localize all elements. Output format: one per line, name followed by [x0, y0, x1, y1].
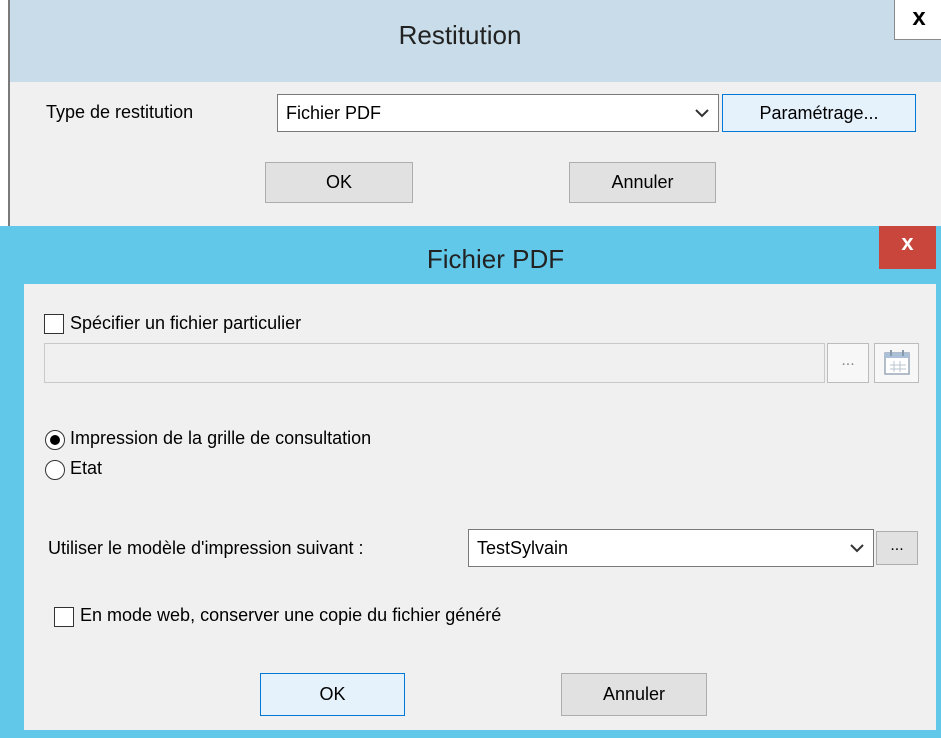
template-browse-button[interactable]: ... — [876, 531, 918, 565]
restitution-body: Type de restitution Fichier PDF Paramétr… — [10, 82, 941, 226]
template-select[interactable]: TestSylvain — [468, 529, 874, 567]
specify-file-label[interactable]: Spécifier un fichier particulier — [70, 313, 301, 334]
restitution-ok-button[interactable]: OK — [265, 162, 413, 203]
specify-file-checkbox[interactable] — [44, 314, 64, 334]
type-restitution-label: Type de restitution — [46, 102, 194, 122]
radio-grille-consultation[interactable] — [45, 430, 65, 450]
radio-selected-dot — [50, 435, 60, 445]
web-copy-label[interactable]: En mode web, conserver une copie du fich… — [80, 605, 501, 626]
radio-etat-label[interactable]: Etat — [70, 458, 102, 479]
pdf-cancel-button[interactable]: Annuler — [561, 673, 707, 716]
radio-etat[interactable] — [45, 460, 65, 480]
template-label: Utiliser le modèle d'impression suivant … — [48, 538, 364, 558]
browse-file-button[interactable]: ... — [827, 343, 869, 383]
restitution-title: Restitution — [398, 20, 522, 50]
pdf-dialog-content: Spécifier un fichier particulier ... Imp… — [24, 284, 936, 730]
radio-grille-consultation-label[interactable]: Impression de la grille de consultation — [70, 428, 371, 449]
chevron-down-icon — [847, 530, 867, 566]
pdf-dialog-close-button[interactable]: x — [879, 226, 936, 269]
pdf-ok-button[interactable]: OK — [260, 673, 405, 716]
restitution-titlebar[interactable]: Restitution x — [10, 0, 941, 82]
type-restitution-value: Fichier PDF — [286, 103, 382, 123]
parametrage-button[interactable]: Paramétrage... — [722, 94, 916, 132]
template-value: TestSylvain — [477, 538, 569, 558]
type-restitution-select[interactable]: Fichier PDF — [277, 94, 719, 132]
calendar-icon[interactable] — [874, 343, 919, 383]
restitution-close-button[interactable]: x — [894, 0, 941, 40]
pdf-dialog: Fichier PDF x Spécifier un fichier parti… — [0, 226, 941, 738]
file-path-field[interactable] — [44, 343, 825, 383]
restitution-dialog: Restitution x Type de restitution Fichie… — [8, 0, 941, 226]
web-copy-checkbox[interactable] — [54, 607, 74, 627]
restitution-cancel-button[interactable]: Annuler — [569, 162, 716, 203]
pdf-dialog-title: Fichier PDF — [426, 244, 565, 274]
chevron-down-icon — [692, 95, 712, 131]
